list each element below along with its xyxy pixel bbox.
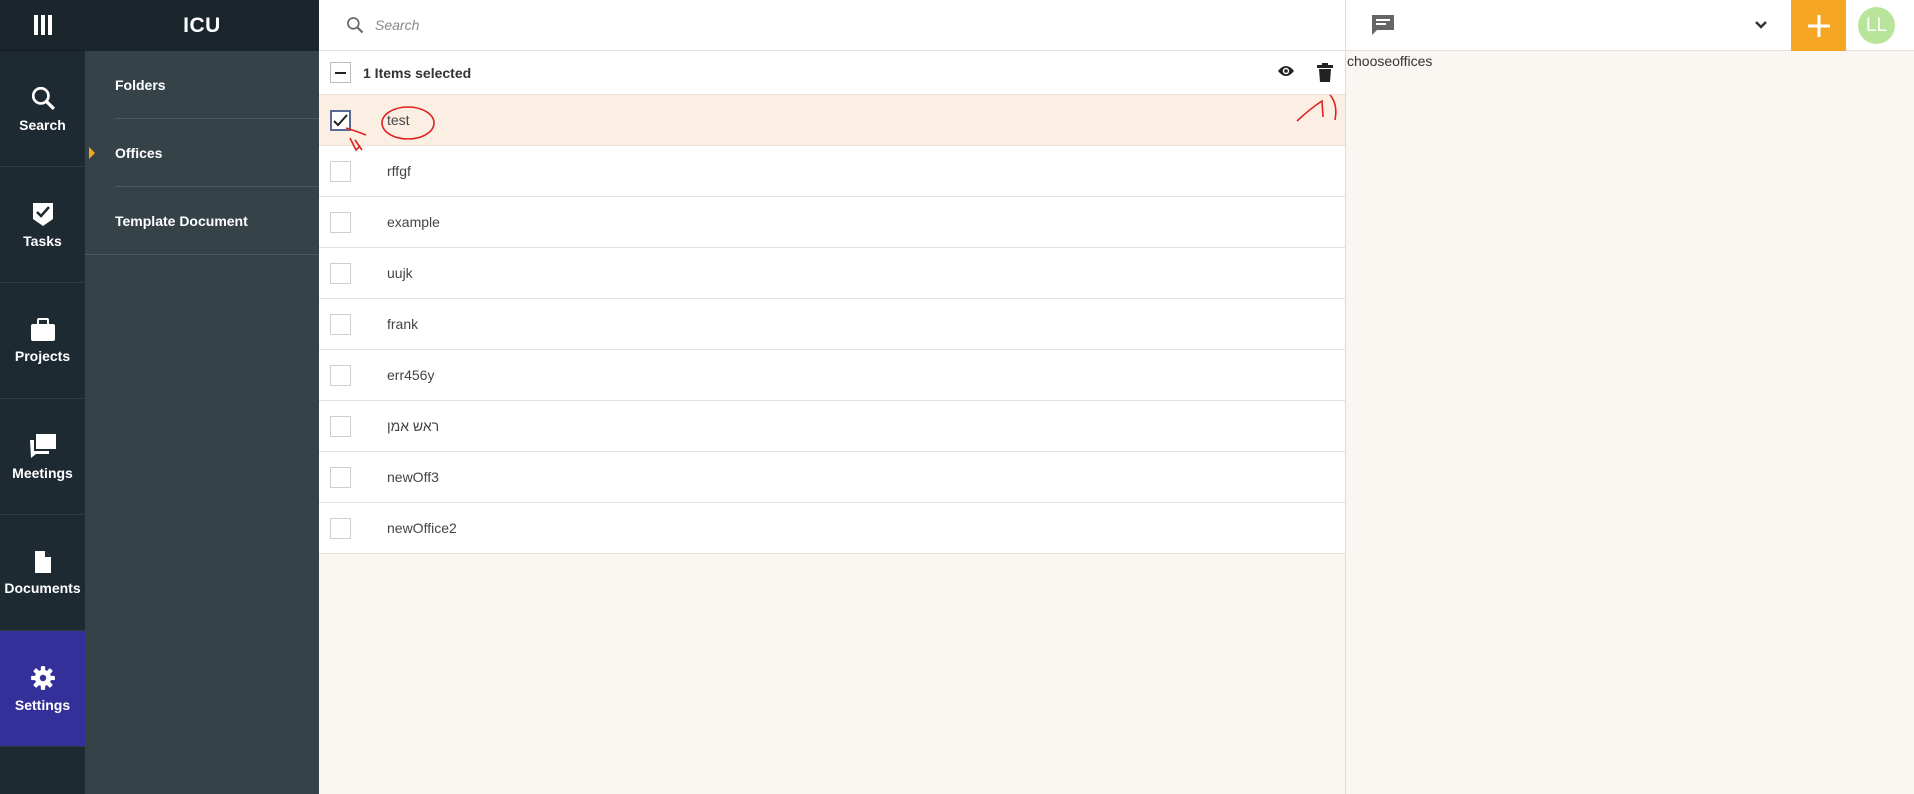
gear-icon [30, 665, 55, 690]
table-row[interactable]: uujk [319, 248, 1345, 299]
table-row[interactable]: test [319, 95, 1345, 146]
office-name: uujk [387, 265, 413, 281]
add-button[interactable] [1791, 0, 1846, 51]
search-icon [31, 86, 55, 110]
office-name: rffgf [387, 163, 411, 179]
office-name: example [387, 214, 440, 230]
office-name: test [387, 112, 410, 128]
selection-toolbar: 1 Items selected [319, 51, 1345, 95]
sidebar-item-template-document[interactable]: Template Document [85, 187, 319, 255]
table-row[interactable]: example [319, 197, 1345, 248]
minus-icon [335, 71, 346, 74]
search-bar [319, 0, 1345, 51]
divider [85, 254, 319, 255]
row-checkbox[interactable] [330, 364, 351, 386]
chevron-down-icon[interactable] [1754, 18, 1768, 32]
nav-documents[interactable]: Documents [0, 515, 85, 631]
sidebar-item-folders[interactable]: Folders [85, 51, 319, 119]
nav-rail: Search Tasks Projects Meetings Documents [0, 0, 85, 794]
nav-settings[interactable]: Settings [0, 631, 85, 747]
offices-list-panel: 1 Items selected test rffgf example uujk fra… [319, 0, 1345, 794]
tasks-icon [32, 202, 53, 226]
detail-placeholder-text: chooseoffices [1347, 53, 1433, 69]
nav-search-label: Search [19, 116, 66, 133]
row-checkbox[interactable] [330, 109, 351, 131]
checkmark-icon [333, 113, 348, 126]
comment-icon[interactable] [1371, 14, 1395, 36]
nav-meetings[interactable]: Meetings [0, 399, 85, 515]
office-name: err456y [387, 367, 435, 383]
row-checkbox[interactable] [330, 211, 351, 233]
nav-meetings-label: Meetings [12, 464, 73, 481]
trash-icon[interactable] [1317, 63, 1333, 82]
table-row[interactable]: frank [319, 299, 1345, 350]
sidebar-item-label: Folders [115, 77, 166, 93]
active-arrow-icon [89, 147, 95, 159]
nav-projects[interactable]: Projects [0, 283, 85, 399]
nav-tasks[interactable]: Tasks [0, 167, 85, 283]
search-input[interactable] [375, 17, 1075, 33]
sidebar-item-label: Offices [115, 145, 163, 161]
chat-icon [29, 433, 56, 458]
menu-toggle[interactable] [0, 0, 85, 51]
table-row[interactable]: ראש אמן [319, 401, 1345, 452]
sidebar-item-offices[interactable]: Offices [85, 119, 319, 187]
office-name: newOff3 [387, 469, 439, 485]
row-checkbox[interactable] [330, 415, 351, 437]
avatar[interactable]: LL [1858, 7, 1895, 44]
row-checkbox[interactable] [330, 517, 351, 539]
offices-list: test rffgf example uujk frank err456y ראש אמן n… [319, 95, 1345, 554]
app-title: ICU [85, 0, 319, 51]
nav-projects-label: Projects [14, 347, 71, 364]
plus-icon [1807, 14, 1830, 37]
settings-sidebar: ICU Folders Offices Template Document [85, 0, 319, 794]
row-checkbox[interactable] [330, 262, 351, 284]
eye-icon[interactable] [1277, 64, 1295, 78]
select-all-checkbox[interactable] [330, 62, 351, 83]
row-checkbox[interactable] [330, 313, 351, 335]
document-icon [34, 550, 51, 573]
row-checkbox[interactable] [330, 466, 351, 488]
nav-search[interactable]: Search [0, 51, 85, 167]
row-checkbox[interactable] [330, 160, 351, 182]
detail-header: LL [1346, 0, 1914, 51]
selection-count: 1 Items selected [363, 64, 472, 81]
office-name: newOffice2 [387, 520, 457, 536]
table-row[interactable]: err456y [319, 350, 1345, 401]
detail-panel: LL chooseoffices [1345, 0, 1914, 794]
search-icon [347, 17, 364, 34]
office-name: ראש אמן [387, 418, 440, 434]
nav-settings-label: Settings [14, 696, 71, 713]
office-name: frank [387, 316, 419, 332]
nav-documents-label: Documents [4, 579, 81, 596]
sidebar-item-label: Template Document [115, 213, 248, 229]
table-row[interactable]: newOffice2 [319, 503, 1345, 554]
table-row[interactable]: rffgf [319, 146, 1345, 197]
table-row[interactable]: newOff3 [319, 452, 1345, 503]
columns-icon [33, 15, 52, 35]
briefcase-icon [30, 317, 55, 341]
nav-tasks-label: Tasks [23, 232, 62, 249]
